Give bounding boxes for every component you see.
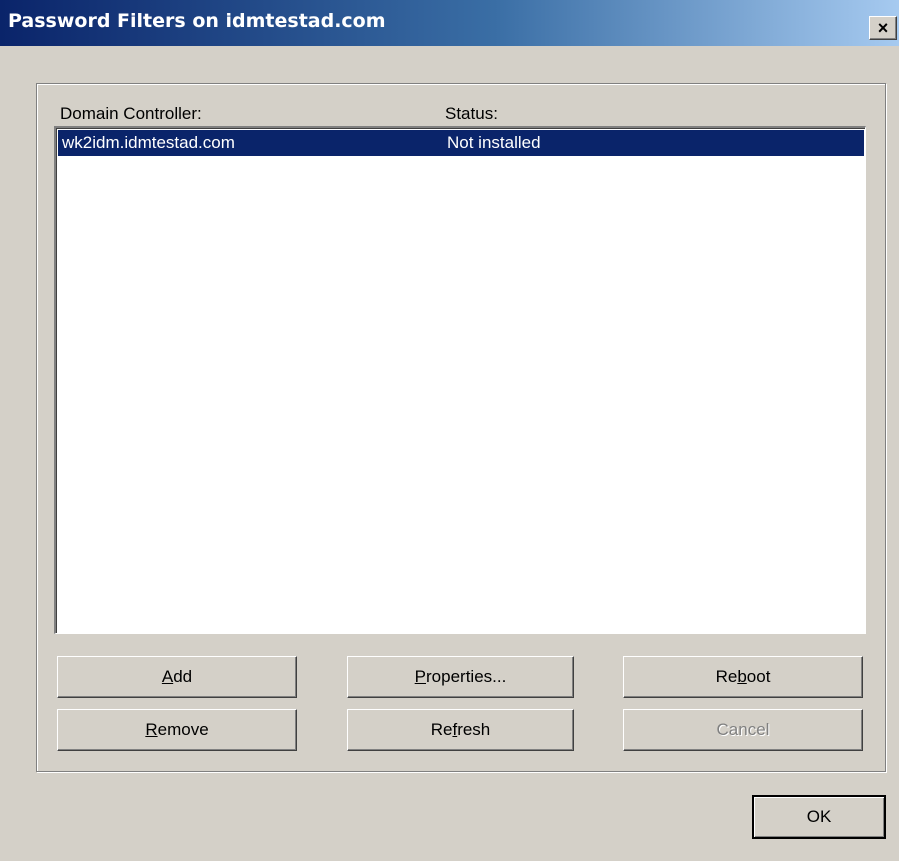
cancel-label: Cancel [716, 720, 770, 739]
column-header-domain-controller: Domain Controller: [60, 104, 202, 123]
properties-button[interactable]: Properties... [347, 656, 574, 698]
controller-status: Not installed [447, 133, 541, 152]
reboot-button[interactable]: Re b oot [623, 656, 863, 698]
cancel-button[interactable]: Cancel [623, 709, 863, 751]
properties-label-post: roperties... [426, 667, 507, 686]
refresh-label-pre: Re [430, 720, 453, 739]
ok-label: OK [806, 807, 832, 826]
remove-accelerator: R [145, 720, 158, 739]
window-title: Password Filters on idmtestad.com [8, 10, 386, 32]
reboot-label-post: oot [746, 667, 771, 686]
remove-button[interactable]: Remove [57, 709, 297, 751]
reboot-label-pre: Re [715, 667, 738, 686]
reboot-accelerator: b [737, 667, 747, 686]
close-button[interactable]: × [869, 16, 897, 40]
remove-label-post: emove [157, 720, 209, 739]
properties-accelerator: P [414, 667, 427, 686]
list-item[interactable]: wk2idm.idmtestad.com Not installed [58, 130, 864, 156]
domain-controller-list[interactable]: wk2idm.idmtestad.com Not installed [54, 126, 866, 634]
close-icon: × [877, 18, 889, 38]
refresh-button[interactable]: Re f resh [347, 709, 574, 751]
refresh-label-post: resh [457, 720, 491, 739]
controller-name: wk2idm.idmtestad.com [62, 133, 235, 152]
add-label-post: dd [173, 667, 193, 686]
ok-button[interactable]: OK [752, 795, 886, 839]
title-bar[interactable]: Password Filters on idmtestad.com × [0, 0, 899, 46]
add-accelerator: A [161, 667, 174, 686]
add-button[interactable]: Add [57, 656, 297, 698]
column-header-status: Status: [445, 104, 498, 123]
